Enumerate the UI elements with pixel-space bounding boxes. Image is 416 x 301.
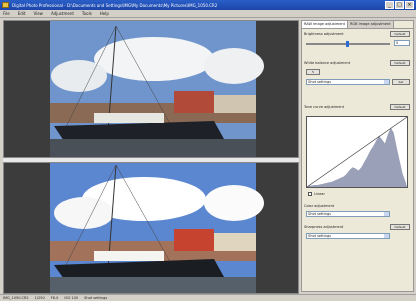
histogram[interactable] bbox=[306, 116, 408, 188]
menu-tools[interactable]: Tools bbox=[82, 11, 92, 16]
sharpness-select[interactable]: Shot settings bbox=[306, 233, 390, 239]
title-bar: Digital Photo Professional - D:\Document… bbox=[0, 0, 416, 10]
wb-select[interactable]: Shot settings bbox=[306, 79, 390, 85]
app-icon bbox=[2, 2, 9, 8]
palette-tabs: RAW image adjustment RGB image adjustmen… bbox=[302, 21, 413, 29]
status-filename: IMG_1050.CR2 bbox=[3, 296, 29, 300]
color-select-value: Shot settings bbox=[308, 212, 332, 216]
menu-file[interactable]: File bbox=[3, 11, 10, 16]
status-shutter: 1/250 bbox=[34, 296, 45, 300]
chevron-down-icon bbox=[384, 212, 389, 216]
window-title: Digital Photo Professional - D:\Document… bbox=[12, 2, 218, 8]
maximize-button[interactable]: □ bbox=[395, 1, 404, 9]
chevron-down-icon bbox=[384, 234, 389, 238]
status-bar: IMG_1050.CR2 1/250 F8.0 ISO 100 Shot set… bbox=[0, 294, 416, 301]
tool-palette: RAW image adjustment RGB image adjustmen… bbox=[301, 20, 414, 292]
wb-set-button[interactable]: Set bbox=[392, 79, 410, 85]
brightness-value[interactable]: 0 bbox=[394, 40, 410, 46]
minimize-button[interactable]: _ bbox=[385, 1, 394, 9]
preview-after[interactable] bbox=[3, 162, 299, 294]
status-iso: ISO 100 bbox=[64, 296, 79, 300]
close-button[interactable]: × bbox=[405, 1, 414, 9]
harbor-photo-before bbox=[4, 21, 298, 157]
menu-help[interactable]: Help bbox=[100, 11, 109, 16]
status-aperture: F8.0 bbox=[50, 296, 59, 300]
menu-adjustment[interactable]: Adjustment bbox=[51, 11, 74, 16]
eyedropper-icon: ✎ bbox=[311, 70, 315, 74]
histogram-area bbox=[307, 127, 407, 187]
brightness-thumb[interactable] bbox=[346, 41, 349, 47]
linear-checkbox[interactable] bbox=[308, 192, 312, 196]
wb-eyedropper-button[interactable]: ✎ bbox=[306, 69, 320, 75]
preview-before[interactable] bbox=[3, 20, 299, 158]
wb-default-button[interactable]: Default bbox=[390, 60, 410, 66]
brightness-default-button[interactable]: Default bbox=[390, 31, 410, 37]
tab-rgb[interactable]: RGB image adjustment bbox=[348, 21, 394, 28]
tab-raw[interactable]: RAW image adjustment bbox=[302, 21, 348, 28]
color-label: Color adjustment bbox=[304, 204, 335, 208]
sharpness-select-value: Shot settings bbox=[308, 234, 332, 238]
linear-label: Linear bbox=[314, 192, 325, 196]
color-select[interactable]: Shot settings bbox=[306, 211, 390, 217]
chevron-down-icon bbox=[384, 80, 389, 84]
harbor-photo-after bbox=[4, 163, 298, 293]
wb-select-value: Shot settings bbox=[308, 80, 332, 84]
histogram-chart bbox=[306, 116, 408, 188]
sharpness-default-button[interactable]: Default bbox=[390, 224, 410, 230]
status-settings: Shot settings bbox=[84, 296, 108, 300]
menu-bar: File Edit View Adjustment Tools Help bbox=[0, 10, 416, 18]
menu-view[interactable]: View bbox=[33, 11, 43, 16]
menu-edit[interactable]: Edit bbox=[18, 11, 26, 16]
tone-default-button[interactable]: Default bbox=[390, 104, 410, 110]
